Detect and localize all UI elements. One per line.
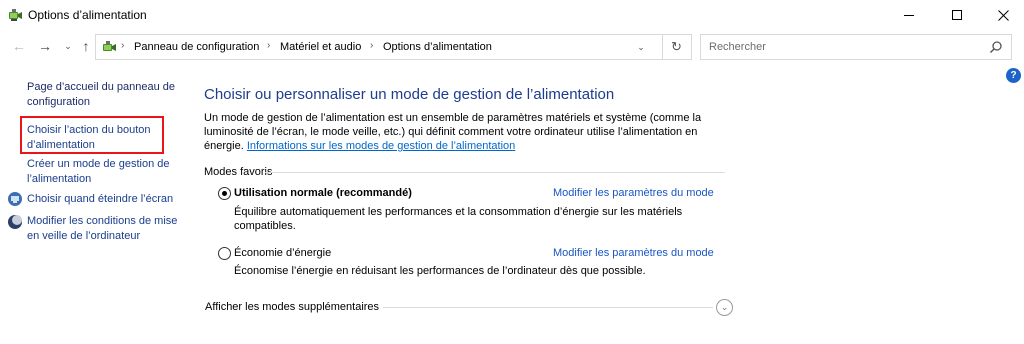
maximize-icon: [952, 10, 962, 20]
power-options-icon: [9, 9, 22, 21]
sidebar-item-sleep-settings[interactable]: Modifier les conditions de mise en veill…: [27, 214, 187, 244]
chevron-down-icon: ⌄: [720, 302, 729, 312]
maximize-button[interactable]: [934, 0, 980, 30]
up-button[interactable]: ↑: [77, 37, 95, 55]
help-icon[interactable]: ?: [1006, 68, 1021, 83]
recent-locations-button[interactable]: ⌄: [59, 37, 77, 55]
arrow-left-icon: ←: [12, 38, 26, 54]
plan-settings-link-balanced[interactable]: Modifier les paramètres du mode: [553, 187, 714, 199]
minimize-button[interactable]: [886, 0, 932, 30]
monitor-icon: [8, 192, 22, 206]
close-icon: [997, 9, 1009, 21]
forward-button[interactable]: →: [36, 37, 54, 55]
plan-description-balanced: Équilibre automatiquement les performanc…: [234, 206, 683, 232]
show-more-plans-label[interactable]: Afficher les modes supplémentaires: [205, 301, 379, 313]
sidebar: Page d’accueil du panneau de configurati…: [0, 64, 190, 344]
window-title: Options d’alimentation: [28, 8, 147, 22]
breadcrumb-control-panel[interactable]: Panneau de configuration: [134, 41, 259, 53]
breadcrumb-separator-icon[interactable]: ›: [267, 40, 270, 51]
breadcrumb-separator-icon[interactable]: ›: [370, 40, 373, 51]
breadcrumb-power-options[interactable]: Options d’alimentation: [383, 41, 492, 53]
moon-icon: [8, 215, 22, 229]
sidebar-item-create-power-plan[interactable]: Créer un mode de gestion de l’alimentati…: [27, 157, 175, 187]
minimize-icon: [904, 14, 914, 16]
plan-name-power-saver[interactable]: Économie d’énergie: [234, 247, 331, 259]
address-bar[interactable]: › Panneau de configuration › Matériel et…: [95, 34, 692, 60]
chevron-down-icon: ⌄: [637, 41, 645, 52]
plan-name-balanced[interactable]: Utilisation normale (recommandé): [234, 187, 412, 199]
sidebar-item-turn-off-display[interactable]: Choisir quand éteindre l’écran: [27, 192, 187, 207]
highlight-box: [20, 116, 164, 154]
refresh-button[interactable]: ↻: [662, 34, 690, 60]
expand-more-plans-button[interactable]: ⌄: [716, 299, 733, 316]
search-placeholder: Rechercher: [709, 41, 766, 53]
plan-radio-balanced[interactable]: [218, 187, 231, 200]
refresh-icon: ↻: [671, 39, 682, 54]
arrow-up-icon: ↑: [82, 38, 90, 54]
breadcrumb-separator-icon[interactable]: ›: [121, 40, 124, 51]
sidebar-item-control-panel-home[interactable]: Page d’accueil du panneau de configurati…: [27, 80, 182, 110]
arrow-right-icon: →: [38, 38, 52, 54]
title-bar: Options d’alimentation: [0, 0, 1024, 30]
page-title: Choisir ou personnaliser un mode de gest…: [204, 86, 615, 103]
chevron-down-icon: ⌄: [64, 40, 72, 51]
search-icon: [989, 41, 1002, 54]
plan-radio-power-saver[interactable]: [218, 247, 231, 260]
more-plans-divider: [383, 307, 713, 308]
info-link[interactable]: Informations sur les modes de gestion de…: [247, 140, 515, 152]
close-button[interactable]: [980, 0, 1024, 30]
back-button[interactable]: ←: [10, 37, 28, 55]
plan-settings-link-power-saver[interactable]: Modifier les paramètres du mode: [553, 247, 714, 259]
search-box[interactable]: Rechercher: [700, 34, 1012, 60]
address-history-button[interactable]: ⌄: [629, 34, 653, 60]
group-label-favorites: Modes favoris: [204, 166, 273, 178]
control-panel-icon: [103, 41, 116, 51]
group-divider: [265, 172, 725, 173]
breadcrumb-hardware-audio[interactable]: Matériel et audio: [280, 41, 361, 53]
page-description: Un mode de gestion de l’alimentation est…: [204, 111, 724, 153]
plan-description-power-saver: Économise l’énergie en réduisant les per…: [234, 265, 646, 277]
